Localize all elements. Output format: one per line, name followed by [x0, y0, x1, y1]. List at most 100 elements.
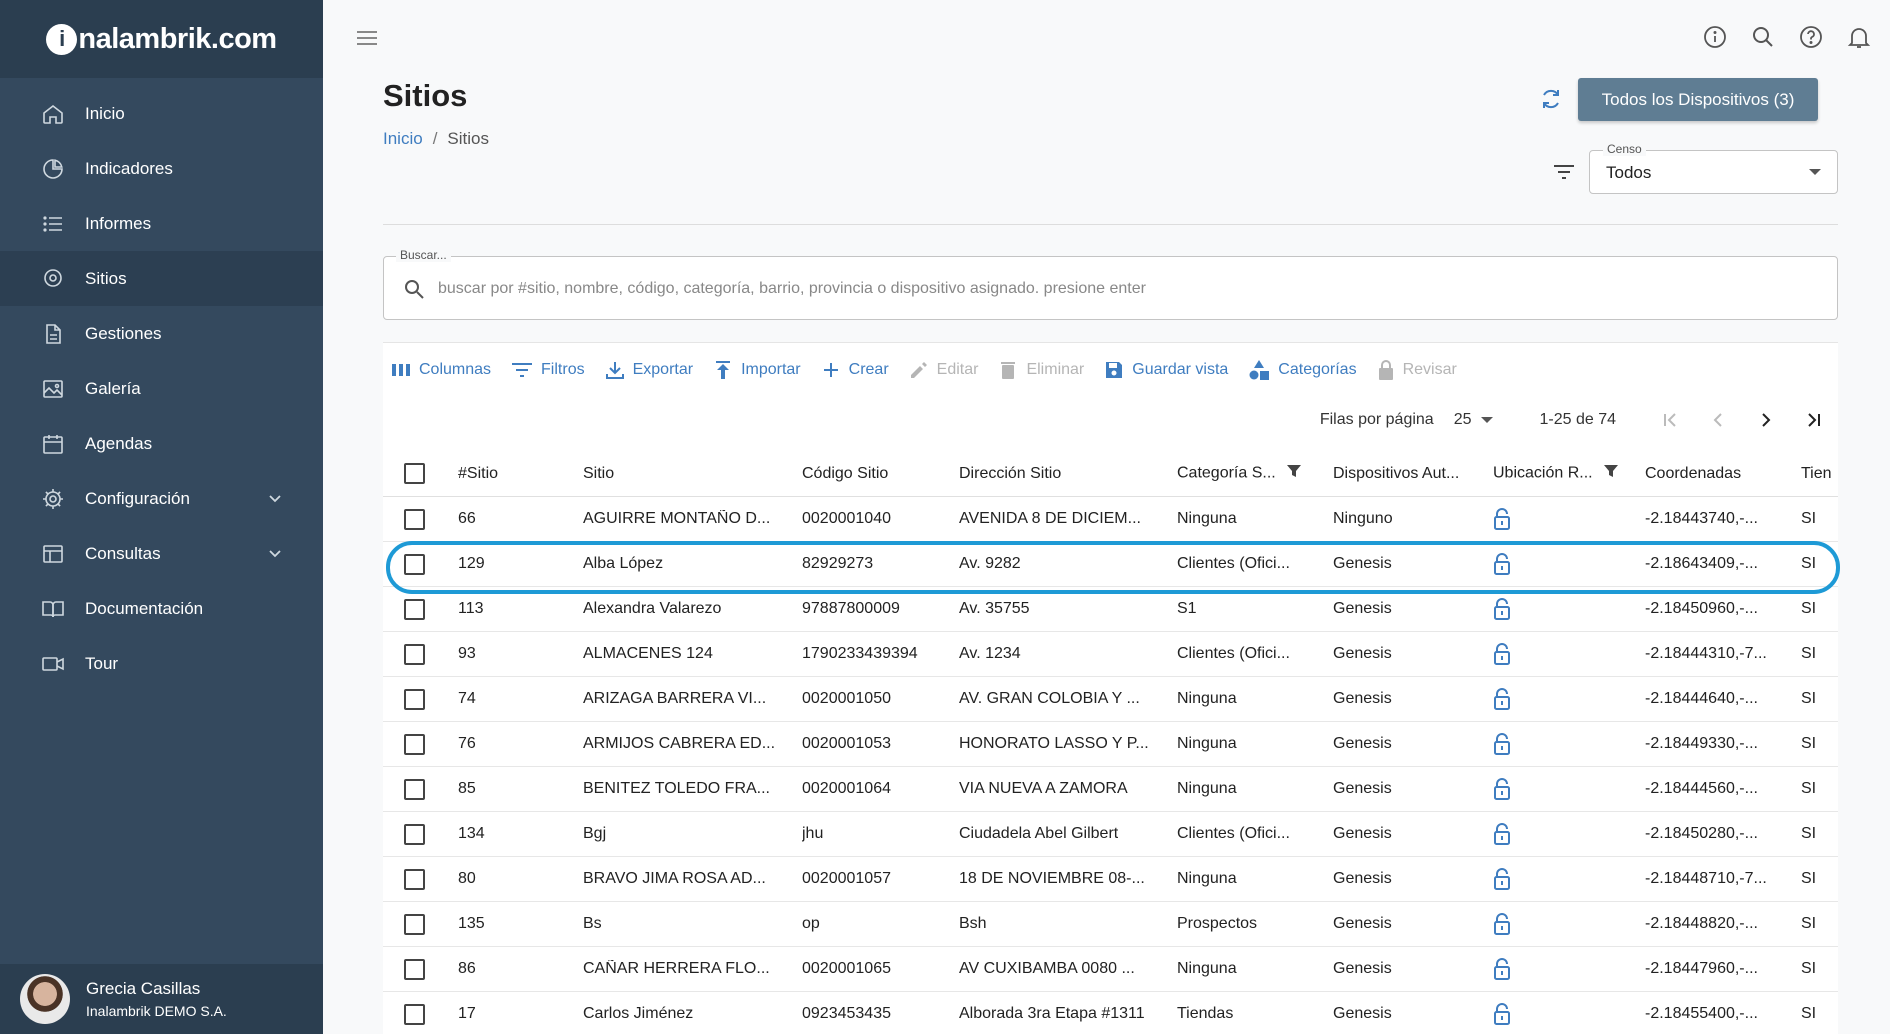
site-code-cell: 1790233439394 — [802, 645, 918, 662]
table-row[interactable]: 80 BRAVO JIMA ROSA AD... 0020001057 18 DE N… — [383, 857, 1838, 902]
lock-icon[interactable] — [1493, 778, 1511, 805]
filter-icon[interactable] — [1603, 463, 1619, 484]
sidebar-item-documentacion[interactable]: Documentación — [0, 581, 323, 636]
select-all-checkbox[interactable] — [404, 463, 425, 484]
row-checkbox[interactable] — [404, 508, 425, 530]
row-checkbox[interactable] — [404, 598, 425, 620]
sidebar-item-agendas[interactable]: Agendas — [0, 416, 323, 471]
lock-icon[interactable] — [1493, 823, 1511, 850]
filters-button[interactable]: Filtros — [511, 361, 585, 379]
table-row[interactable]: 86 CAÑAR HERRERA FLO... 0020001065 AV CUXIB… — [383, 947, 1838, 992]
table-row[interactable]: 74 ARIZAGA BARRERA VI... 0020001050 AV. GRA… — [383, 677, 1838, 722]
app-logo[interactable]: i nalambrik.com — [46, 23, 277, 56]
export-button[interactable]: Exportar — [605, 360, 693, 380]
row-checkbox[interactable] — [404, 643, 425, 665]
table-row[interactable]: 66 AGUIRRE MONTAÑO D... 0020001040 AVENIDA … — [383, 497, 1838, 542]
column-header-devices[interactable]: Dispositivos Aut... — [1333, 465, 1459, 483]
sidebar-item-inicio[interactable]: Inicio — [0, 86, 323, 141]
chevron-down-icon[interactable] — [267, 490, 283, 511]
censo-select[interactable]: Censo Todos — [1589, 142, 1838, 194]
table-row[interactable]: 93 ALMACENES 124 1790233439394 Av. 1234 Clie… — [383, 632, 1838, 677]
save-view-button[interactable]: Guardar vista — [1104, 360, 1228, 380]
prev-page-icon[interactable] — [1694, 410, 1742, 430]
next-page-icon[interactable] — [1742, 410, 1790, 430]
sidebar-item-tour[interactable]: Tour — [0, 636, 323, 691]
site-number-cell: 80 — [458, 870, 476, 887]
search-icon[interactable] — [1750, 24, 1776, 50]
first-page-icon[interactable] — [1646, 410, 1694, 430]
sidebar-item-galeria[interactable]: Galería — [0, 361, 323, 416]
import-button[interactable]: Importar — [713, 360, 801, 380]
sidebar-item-gestiones[interactable]: Gestiones — [0, 306, 323, 361]
column-header-code[interactable]: Código Sitio — [802, 465, 888, 483]
column-header-category[interactable]: Categoría S... — [1177, 463, 1302, 484]
lock-icon[interactable] — [1493, 868, 1511, 895]
lock-icon[interactable] — [1493, 913, 1511, 940]
table-row[interactable]: 85 BENITEZ TOLEDO FRA... 0020001064 VIA NUE… — [383, 767, 1838, 812]
categories-button[interactable]: Categorías — [1248, 359, 1357, 381]
column-header-tien[interactable]: Tien — [1801, 465, 1832, 483]
search-field[interactable]: Buscar... — [383, 248, 1838, 320]
sidebar-item-indicadores[interactable]: Indicadores — [0, 141, 323, 196]
table-row[interactable]: 76 ARMIJOS CABRERA ED... 0020001053 HONORAT… — [383, 722, 1838, 767]
row-checkbox[interactable] — [404, 553, 425, 575]
row-checkbox[interactable] — [404, 1003, 425, 1025]
row-checkbox[interactable] — [404, 913, 425, 935]
row-checkbox[interactable] — [404, 778, 425, 800]
info-icon[interactable] — [1702, 24, 1728, 50]
lock-icon[interactable] — [1493, 598, 1511, 625]
user-profile[interactable]: Grecia Casillas Inalambrik DEMO S.A. — [0, 964, 323, 1034]
table-row[interactable]: 135 Bs op Bsh Prospectos Genesis -2.18448820,-… — [383, 902, 1838, 947]
lock-icon[interactable] — [1493, 958, 1511, 985]
review-button[interactable]: Revisar — [1377, 359, 1457, 381]
lock-icon[interactable] — [1493, 553, 1511, 580]
column-header-address[interactable]: Dirección Sitio — [959, 465, 1061, 483]
lock-icon[interactable] — [1493, 688, 1511, 715]
lock-icon[interactable] — [1493, 1003, 1511, 1030]
rows-per-page-select[interactable]: 25 — [1454, 411, 1472, 429]
lock-icon[interactable] — [1493, 733, 1511, 760]
last-page-icon[interactable] — [1790, 410, 1838, 430]
column-header-coordinates[interactable]: Coordenadas — [1645, 465, 1741, 483]
delete-button[interactable]: Eliminar — [998, 360, 1084, 380]
filter-list-icon[interactable] — [1552, 162, 1576, 187]
site-category-cell: Clientes (Ofici... — [1177, 645, 1290, 662]
location-pin-icon — [40, 266, 66, 292]
bell-icon[interactable] — [1846, 24, 1872, 50]
caret-down-icon[interactable] — [1481, 417, 1494, 423]
sidebar-item-configuracion[interactable]: Configuración — [0, 471, 323, 526]
sidebar-item-sitios[interactable]: Sitios — [0, 251, 323, 306]
sidebar-item-informes[interactable]: Informes — [0, 196, 323, 251]
table-header: #Sitio Sitio Código Sitio Dirección Siti… — [383, 451, 1838, 497]
table-row[interactable]: 134 Bgj jhu Ciudadela Abel Gilbert Clientes … — [383, 812, 1838, 857]
refresh-icon[interactable] — [1538, 86, 1564, 117]
help-icon[interactable] — [1798, 24, 1824, 50]
avatar[interactable] — [20, 974, 70, 1024]
plus-icon — [821, 360, 841, 380]
lock-icon[interactable] — [1493, 508, 1511, 535]
row-checkbox[interactable] — [404, 733, 425, 755]
table-row[interactable]: 129 Alba López 82929273 Av. 9282 Clientes (O… — [383, 542, 1838, 587]
breadcrumb-home-link[interactable]: Inicio — [383, 129, 423, 148]
menu-icon[interactable] — [355, 28, 379, 53]
row-checkbox[interactable] — [404, 958, 425, 980]
all-devices-button[interactable]: Todos los Dispositivos (3) — [1578, 78, 1818, 121]
table-row[interactable]: 17 Carlos Jiménez 0923453435 Alborada 3ra E… — [383, 992, 1838, 1034]
chevron-down-icon[interactable] — [267, 545, 283, 566]
logo-bar: i nalambrik.com — [0, 0, 323, 78]
column-header-site[interactable]: Sitio — [583, 465, 614, 483]
row-checkbox[interactable] — [404, 688, 425, 710]
edit-button[interactable]: Editar — [909, 360, 978, 380]
column-header-location[interactable]: Ubicación R... — [1493, 463, 1619, 484]
create-button[interactable]: Crear — [821, 360, 889, 380]
columns-button[interactable]: Columnas — [391, 361, 491, 379]
site-number-cell: 85 — [458, 780, 476, 797]
table-row[interactable]: 113 Alexandra Valarezo 97887800009 Av. 3575… — [383, 587, 1838, 632]
column-header-num[interactable]: #Sitio — [458, 465, 498, 483]
row-checkbox[interactable] — [404, 823, 425, 845]
row-checkbox[interactable] — [404, 868, 425, 890]
lock-icon[interactable] — [1493, 643, 1511, 670]
search-input[interactable] — [438, 275, 1818, 303]
filter-icon[interactable] — [1286, 463, 1302, 484]
sidebar-item-consultas[interactable]: Consultas — [0, 526, 323, 581]
